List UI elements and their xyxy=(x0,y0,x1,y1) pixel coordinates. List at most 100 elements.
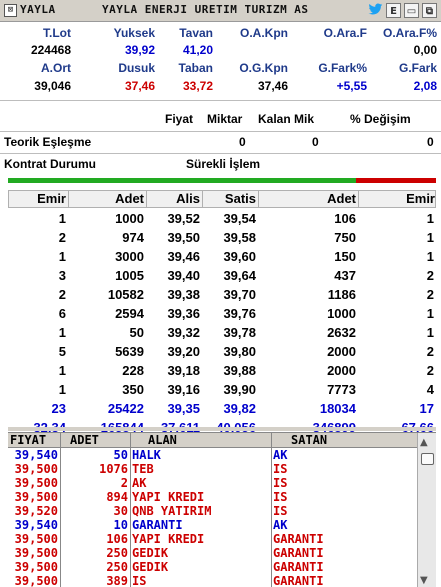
trade-row[interactable]: 39,500 1076 TEB IS xyxy=(8,462,418,476)
trade-alan: HALK xyxy=(132,448,161,462)
cell-emir-sell: 1 xyxy=(426,325,434,340)
cell-adet-buy: 1005 xyxy=(115,268,144,283)
col-satan[interactable]: SATAN xyxy=(291,433,327,447)
trade-adet: 250 xyxy=(106,560,128,574)
export-e-button[interactable]: E xyxy=(386,3,401,18)
trade-adet: 30 xyxy=(113,504,128,518)
trade-satan: GARANTI xyxy=(273,532,324,546)
twitter-icon[interactable] xyxy=(368,3,383,18)
summary-values-row-2: 39,046 37,46 33,72 37,46 +5,55 2,08 xyxy=(0,78,441,95)
label-yuksek: Yuksek xyxy=(113,26,155,40)
trade-row[interactable]: 39,500 894 YAPI KREDI IS xyxy=(8,490,418,504)
cell-adet-sell: 150 xyxy=(334,249,356,264)
cell-satis: 39,88 xyxy=(223,363,256,378)
orderbook-row[interactable]: 2 10582 39,38 39,70 1186 2 xyxy=(8,285,436,304)
scroll-thumb[interactable] xyxy=(421,453,434,465)
col-alis[interactable]: Alis xyxy=(147,191,203,207)
col-adet-buy[interactable]: Adet xyxy=(69,191,147,207)
label-gfark: G.Fark xyxy=(398,61,437,75)
cell-emir-sell: 1 xyxy=(426,249,434,264)
orderbook-row[interactable]: 5 5639 39,20 39,80 2000 2 xyxy=(8,342,436,361)
orderbook-row[interactable]: 1 1000 39,52 39,54 106 1 xyxy=(8,209,436,228)
cell-emir-buy: 3 xyxy=(58,268,66,283)
summary-labels-row-2: A.Ort Dusuk Taban O.G.Kpn G.Fark% G.Fark xyxy=(0,60,441,77)
cell-emir-sell: 2 xyxy=(426,287,434,302)
trade-alan: GEDIK xyxy=(132,546,169,560)
value-taban: 33,72 xyxy=(182,79,213,93)
trade-fiyat: 39,500 xyxy=(14,462,58,476)
col-fiyat: Fiyat xyxy=(165,112,194,126)
scroll-up-icon[interactable]: ▲ xyxy=(420,437,428,448)
cell-emir-sell: 2 xyxy=(426,363,434,378)
cell-adet-sell: 2000 xyxy=(327,363,356,378)
scroll-down-icon[interactable]: ▼ xyxy=(420,575,428,586)
orderbook-row[interactable]: 1 3000 39,46 39,60 150 1 xyxy=(8,247,436,266)
cell-adet-buy: 228 xyxy=(122,363,144,378)
value-oaraf xyxy=(292,42,371,59)
col-alan[interactable]: ALAN xyxy=(148,433,177,447)
col-satis[interactable]: Satis xyxy=(203,191,259,207)
label-ogkpn: O.G.Kpn xyxy=(239,61,288,75)
cell-adet-sell: 750 xyxy=(334,230,356,245)
cell-adet-buy: 50 xyxy=(129,325,144,340)
title-bar[interactable]: ⊠ YAYLA YAYLA ENERJI URETIM TURIZM AS E … xyxy=(0,0,441,22)
cell-satis: 39,80 xyxy=(223,344,256,359)
col-emir-sell[interactable]: Emir xyxy=(359,191,437,207)
cell-emir-sell: 1 xyxy=(426,230,434,245)
trade-row[interactable]: 39,540 50 HALK AK xyxy=(8,448,418,462)
trade-row[interactable]: 39,540 10 GARANTI AK xyxy=(8,518,418,532)
trade-fiyat: 39,500 xyxy=(14,532,58,546)
cell-satis: 39,82 xyxy=(223,401,256,416)
trade-alan: YAPI KREDI xyxy=(132,490,205,504)
trade-alan: QNB YATIRIM xyxy=(132,504,212,518)
trade-satan: AK xyxy=(273,518,288,532)
trades-scrollbar[interactable]: ▲ ▼ xyxy=(417,433,436,587)
cell-adet-sell: 2000 xyxy=(327,344,356,359)
cell-emir-sell: 1 xyxy=(426,211,434,226)
orderbook-row[interactable]: 1 350 39,16 39,90 7773 4 xyxy=(8,380,436,399)
cell-adet-sell: 1186 xyxy=(327,287,356,302)
trade-fiyat: 39,540 xyxy=(14,448,58,462)
cell-adet-buy: 2594 xyxy=(115,306,144,321)
col-fiyat-trade[interactable]: FIYAT xyxy=(10,433,60,447)
kontrat-durumu-row: Kontrat Durumu Sürekli İşlem xyxy=(0,155,441,175)
orderbook-row[interactable]: 6 2594 39,36 39,76 1000 1 xyxy=(8,304,436,323)
trade-fiyat: 39,500 xyxy=(14,560,58,574)
cell-emir-buy: 1 xyxy=(58,325,66,340)
col-emir-buy[interactable]: Emir xyxy=(9,191,69,207)
system-menu-icon[interactable]: ⊠ xyxy=(4,4,17,17)
trade-adet: 250 xyxy=(106,546,128,560)
value-tavan: 41,20 xyxy=(182,43,213,57)
col-adet-trade[interactable]: ADET xyxy=(70,433,134,447)
trade-row[interactable]: 39,520 30 QNB YATIRIM IS xyxy=(8,504,418,518)
minimize-icon[interactable]: ▭ xyxy=(404,3,419,18)
trade-row[interactable]: 39,500 250 GEDIK GARANTI xyxy=(8,546,418,560)
cell-adet-sell: 437 xyxy=(334,268,356,283)
cell-emir-sell: 17 xyxy=(419,401,434,416)
cell-adet-buy: 3000 xyxy=(115,249,144,264)
cell-adet-sell: 18034 xyxy=(319,401,356,416)
cell-satis: 39,58 xyxy=(223,230,256,245)
splitter-handle[interactable] xyxy=(8,427,436,431)
orderbook-total-row[interactable]: 23 25422 39,35 39,82 18034 17 xyxy=(8,399,436,418)
cell-alis: 39,38 xyxy=(167,287,200,302)
title-bar-icons: E ▭ ⧉ xyxy=(368,3,437,18)
cell-satis: 39,90 xyxy=(223,382,256,397)
value-ogkpn: 37,46 xyxy=(257,79,288,93)
col-adet-sell[interactable]: Adet xyxy=(259,191,359,207)
trade-row[interactable]: 39,500 2 AK IS xyxy=(8,476,418,490)
label-aort: A.Ort xyxy=(41,61,71,75)
trade-fiyat: 39,500 xyxy=(14,546,58,560)
label-oaraf: O.Ara.F xyxy=(323,26,367,40)
trade-row[interactable]: 39,500 250 GEDIK GARANTI xyxy=(8,560,418,574)
cell-emir-buy: 1 xyxy=(58,363,66,378)
restore-icon[interactable]: ⧉ xyxy=(422,3,437,18)
trade-satan: GARANTI xyxy=(273,574,324,587)
trade-row[interactable]: 39,500 389 IS GARANTI xyxy=(8,574,418,587)
orderbook-row[interactable]: 3 1005 39,40 39,64 437 2 xyxy=(8,266,436,285)
orderbook-row[interactable]: 1 228 39,18 39,88 2000 2 xyxy=(8,361,436,380)
trade-row[interactable]: 39,500 106 YAPI KREDI GARANTI xyxy=(8,532,418,546)
orderbook-row[interactable]: 2 974 39,50 39,58 750 1 xyxy=(8,228,436,247)
orderbook-row[interactable]: 1 50 39,32 39,78 2632 1 xyxy=(8,323,436,342)
depth-balance-sell xyxy=(356,178,436,183)
